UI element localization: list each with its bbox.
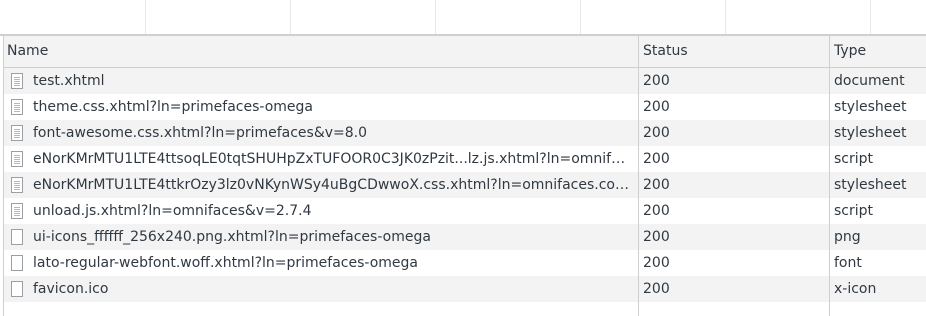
request-type: stylesheet xyxy=(834,177,907,193)
request-status: 200 xyxy=(643,281,670,297)
request-name: unload.js.xhtml?ln=omnifaces&v=2.7.4 xyxy=(33,203,312,219)
request-type: stylesheet xyxy=(834,125,907,141)
request-name-cell[interactable]: ui-icons_ffffff_256x240.png.xhtml?ln=pri… xyxy=(9,224,637,250)
request-status: 200 xyxy=(643,151,670,167)
network-requests-table: Name Status Type test.xhtml 200 document th… xyxy=(3,36,926,316)
request-status: 200 xyxy=(643,203,670,219)
column-resizer-status-type[interactable] xyxy=(829,36,830,316)
request-status: 200 xyxy=(643,99,670,115)
request-name-cell[interactable]: unload.js.xhtml?ln=omnifaces&v=2.7.4 xyxy=(9,198,637,224)
request-type: script xyxy=(834,151,874,167)
file-icon xyxy=(11,255,23,271)
table-row[interactable]: theme.css.xhtml?ln=primefaces-omega 200 st… xyxy=(4,94,926,120)
table-row[interactable]: font-awesome.css.xhtml?ln=primefaces&v=8… xyxy=(4,120,926,146)
request-name: eNorKMrMTU1LTE4ttsoqLE0tqtSHUHpZxTUFOOR0… xyxy=(33,151,633,167)
request-name: font-awesome.css.xhtml?ln=primefaces&v=8… xyxy=(33,125,368,141)
request-name-cell[interactable]: eNorKMrMTU1LTE4ttkrOzy3lz0vNKynWSy4uBgCD… xyxy=(9,172,637,198)
request-status: 200 xyxy=(643,229,670,245)
document-icon xyxy=(11,177,23,193)
column-resizer-name-status[interactable] xyxy=(638,36,639,316)
table-row[interactable]: eNorKMrMTU1LTE4ttkrOzy3lz0vNKynWSy4uBgCD… xyxy=(4,172,926,198)
request-status: 200 xyxy=(643,255,670,271)
request-status: 200 xyxy=(643,177,670,193)
column-header-status[interactable]: Status xyxy=(640,36,830,67)
column-header-name[interactable]: Name xyxy=(4,36,638,67)
table-row[interactable]: ui-icons_ffffff_256x240.png.xhtml?ln=pri… xyxy=(4,224,926,250)
document-icon xyxy=(11,99,23,115)
table-header: Name Status Type xyxy=(4,36,926,68)
request-name: favicon.ico xyxy=(33,281,109,297)
timeline-gridline xyxy=(870,0,871,34)
request-name: test.xhtml xyxy=(33,73,105,89)
timeline-overview[interactable] xyxy=(0,0,926,34)
request-type: png xyxy=(834,229,861,245)
request-name-cell[interactable]: lato-regular-webfont.woff.xhtml?ln=prime… xyxy=(9,250,637,276)
request-name: theme.css.xhtml?ln=primefaces-omega xyxy=(33,99,313,115)
timeline-gridline xyxy=(145,0,146,34)
table-row[interactable]: eNorKMrMTU1LTE4ttsoqLE0tqtSHUHpZxTUFOOR0… xyxy=(4,146,926,172)
document-icon xyxy=(11,151,23,167)
request-name-cell[interactable]: theme.css.xhtml?ln=primefaces-omega xyxy=(9,94,637,120)
request-name: lato-regular-webfont.woff.xhtml?ln=prime… xyxy=(33,255,418,271)
request-name-cell[interactable]: font-awesome.css.xhtml?ln=primefaces&v=8… xyxy=(9,120,637,146)
image-icon xyxy=(11,229,23,245)
timeline-gridline xyxy=(435,0,436,34)
request-status: 200 xyxy=(643,125,670,141)
table-row[interactable]: favicon.ico 200 x-icon xyxy=(4,276,926,302)
document-icon xyxy=(11,203,23,219)
request-name-cell[interactable]: test.xhtml xyxy=(9,68,637,94)
document-icon xyxy=(11,125,23,141)
timeline-gridline xyxy=(580,0,581,34)
timeline-gridline xyxy=(725,0,726,34)
request-name: ui-icons_ffffff_256x240.png.xhtml?ln=pri… xyxy=(33,229,431,245)
request-name: eNorKMrMTU1LTE4ttkrOzy3lz0vNKynWSy4uBgCD… xyxy=(33,177,633,193)
table-row[interactable]: test.xhtml 200 document xyxy=(4,68,926,94)
request-type: x-icon xyxy=(834,281,877,297)
request-type: document xyxy=(834,73,905,89)
request-type: font xyxy=(834,255,862,271)
file-icon xyxy=(11,281,23,297)
table-row[interactable]: unload.js.xhtml?ln=omnifaces&v=2.7.4 200 s… xyxy=(4,198,926,224)
request-name-cell[interactable]: eNorKMrMTU1LTE4ttsoqLE0tqtSHUHpZxTUFOOR0… xyxy=(9,146,637,172)
request-name-cell[interactable]: favicon.ico xyxy=(9,276,637,302)
request-type: stylesheet xyxy=(834,99,907,115)
timeline-gridline xyxy=(290,0,291,34)
request-status: 200 xyxy=(643,73,670,89)
document-icon xyxy=(11,73,23,89)
column-header-type[interactable]: Type xyxy=(831,36,926,67)
request-type: script xyxy=(834,203,874,219)
table-row[interactable]: lato-regular-webfont.woff.xhtml?ln=prime… xyxy=(4,250,926,276)
